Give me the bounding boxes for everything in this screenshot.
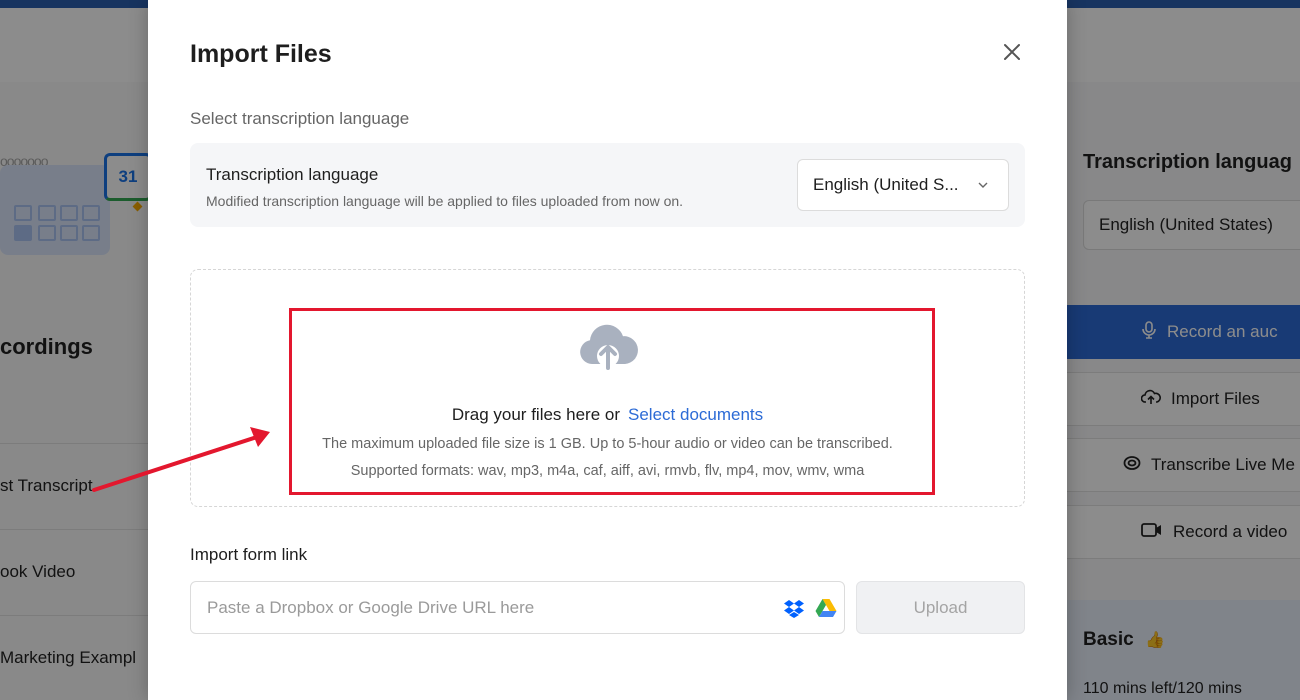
upload-button[interactable]: Upload: [856, 581, 1025, 634]
import-link-label: Import form link: [190, 545, 308, 564]
chevron-down-icon: [978, 182, 988, 188]
transcription-language-box: Transcription language Modified transcri…: [190, 143, 1025, 227]
transcription-language-select[interactable]: English (United S...: [797, 159, 1009, 211]
transcription-language-description: Modified transcription language will be …: [206, 193, 684, 209]
close-icon: [1004, 44, 1020, 60]
dropbox-icon[interactable]: [783, 598, 805, 618]
annotation-arrow: [92, 427, 270, 492]
language-section-label: Select transcription language: [190, 109, 410, 128]
dialog-title: Import Files: [190, 40, 332, 68]
close-button[interactable]: [998, 38, 1026, 66]
annotation-highlight-box: [289, 308, 935, 495]
google-drive-icon[interactable]: [815, 598, 837, 618]
url-input[interactable]: [190, 581, 845, 634]
transcription-language-title: Transcription language: [206, 165, 379, 184]
selected-language: English (United S...: [813, 175, 959, 194]
